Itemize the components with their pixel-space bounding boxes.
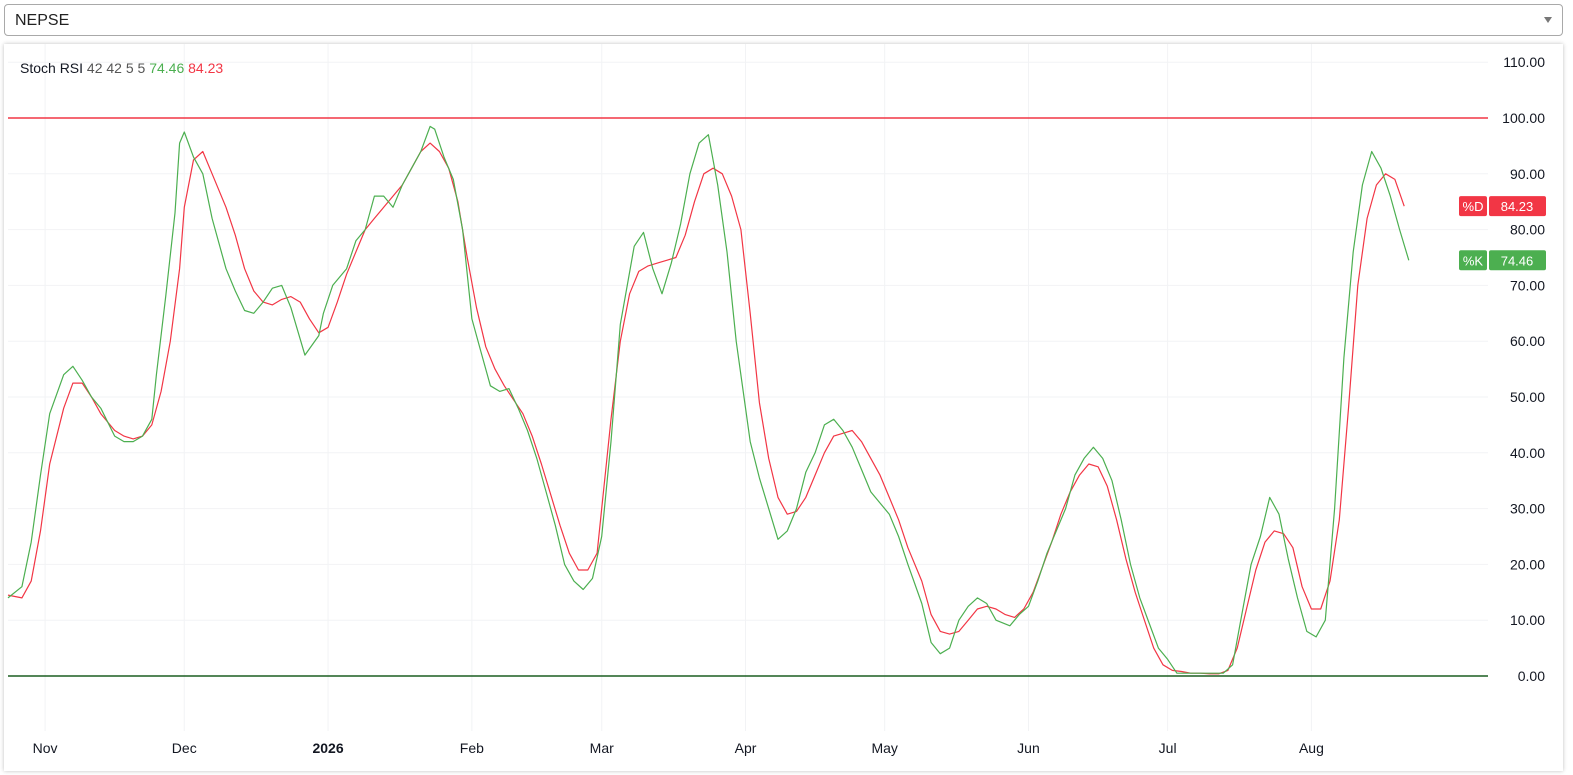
y-tick-label: 100.00 [1502,110,1545,126]
y-tick-label: 50.00 [1510,389,1545,405]
y-tick-label: 110.00 [1503,54,1545,70]
chart-panel[interactable]: 0.00 10.00 20.00 30.00 40.00 50.00 60.00 70.00 8… [4,44,1563,771]
y-tick-label: 0.00 [1518,668,1545,684]
tag-value: 84.23 [1501,199,1534,214]
x-axis[interactable]: Nov Dec 2026 Feb Mar Apr May Jun Jul Aug [33,740,1324,756]
x-tick-label: Feb [460,740,484,756]
x-tick-label: Aug [1299,740,1324,756]
k-price-tag: %K 74.46 [1459,250,1546,271]
d-value: 84.23 [188,60,224,76]
x-tick-label: 2026 [312,740,343,756]
y-tick-label: 40.00 [1510,445,1545,461]
tag-series-label: %K [1463,253,1484,268]
y-tick-label: 30.00 [1510,501,1545,517]
x-tick-label: Jul [1159,740,1177,756]
x-tick-label: May [871,740,897,756]
y-tick-label: 80.00 [1510,222,1545,238]
series-lines [7,125,1410,675]
d-price-tag: %D 84.23 [1459,196,1546,217]
y-axis[interactable]: 0.00 10.00 20.00 30.00 40.00 50.00 60.00 70.00 8… [1502,54,1545,684]
y-tick-label: 60.00 [1510,333,1545,349]
tag-value: 74.46 [1501,253,1534,268]
symbol-selector-value: NEPSE [15,12,70,29]
x-tick-label: Nov [33,740,58,756]
tag-series-label: %D [1463,199,1484,214]
symbol-selector[interactable]: NEPSE [4,4,1563,36]
y-tick-label: 20.00 [1510,556,1545,572]
x-tick-label: Mar [590,740,614,756]
k-series-line[interactable] [7,125,1410,674]
indicator-legend[interactable]: Stoch RSI 42 42 5 5 74.46 84.23 [20,60,223,76]
indicator-name: Stoch RSI [20,60,84,76]
x-tick-label: Dec [172,740,197,756]
k-value: 74.46 [149,60,185,76]
y-tick-label: 10.00 [1510,612,1545,628]
x-tick-label: Apr [735,740,757,756]
x-tick-label: Jun [1017,740,1040,756]
grid [8,44,1488,731]
y-tick-label: 90.00 [1510,166,1545,182]
stoch-rsi-chart[interactable]: 0.00 10.00 20.00 30.00 40.00 50.00 60.00 70.00 8… [4,44,1563,771]
indicator-params: 42 42 5 5 [86,60,146,76]
y-tick-label: 70.00 [1510,277,1545,293]
d-series-line[interactable] [7,142,1405,675]
chevron-down-icon[interactable] [1544,17,1552,23]
